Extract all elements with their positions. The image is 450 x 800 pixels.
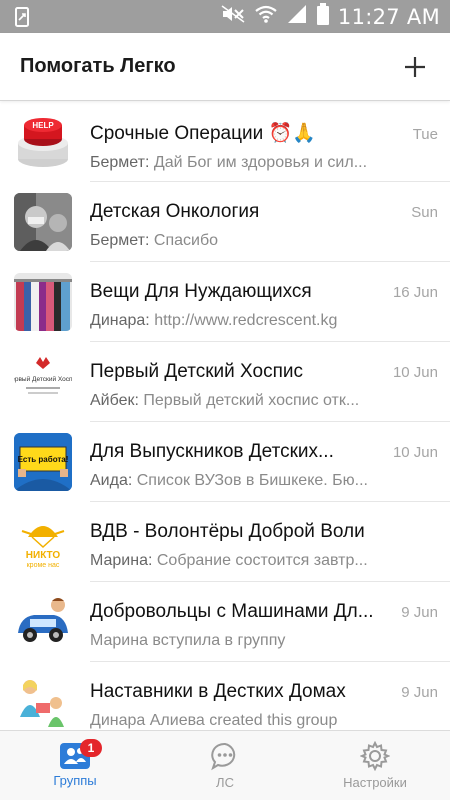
unread-badge: 1 <box>80 739 102 757</box>
group-name: Добровольцы с Машинами Дл... <box>90 601 374 622</box>
bottom-nav: 1 Группы ЛС Настройки <box>0 730 450 800</box>
tab-label: Настройки <box>343 775 407 790</box>
message-preview: Первый детский хоспис отк... <box>143 392 360 409</box>
message-sender: Бермет: <box>90 232 150 249</box>
message-sender: Динара: <box>90 312 150 329</box>
message-sender: Марина: <box>90 552 153 569</box>
gear-icon <box>360 741 390 771</box>
chat-bubble-icon <box>211 742 236 771</box>
message-preview: Собрание состоится завтр... <box>156 552 368 569</box>
group-row[interactable]: НИКТО кроме нас ВДВ - Волонтёры Доброй В… <box>0 502 450 582</box>
group-date: 9 Jun <box>401 684 438 701</box>
message-preview: Спасибо <box>153 232 219 249</box>
group-row[interactable]: HELP Срочные Операции ⏰🙏 Tue Бермет: Дай… <box>0 102 450 182</box>
vdv-logo-text2: кроме нас <box>27 562 60 569</box>
message-sender: Айбек: <box>90 392 139 409</box>
message-preview: http://www.redcrescent.kg <box>154 312 338 329</box>
group-date: 16 Jun <box>392 284 438 301</box>
message-sender: Бермет: <box>90 154 150 171</box>
message-sender: Аида: <box>90 472 133 489</box>
tab-direct-messages[interactable]: ЛС <box>150 731 300 800</box>
mute-icon <box>220 4 246 29</box>
message-preview: Динара Алиева created this group <box>90 712 338 729</box>
group-name: Наставники в Дестких Домах <box>90 681 346 702</box>
plus-icon <box>405 56 425 77</box>
vdv-logo-text1: НИКТО <box>26 550 61 561</box>
group-avatar-photo <box>14 193 72 251</box>
hospice-logo-text: Первый Детский Хоспис <box>14 375 72 383</box>
group-list: HELP Срочные Операции ⏰🙏 Tue Бермет: Дай… <box>0 102 450 730</box>
group-row[interactable]: Первый Детский Хоспис Первый Детский Хос… <box>0 342 450 422</box>
group-avatar-job-sign: Есть работа! <box>14 433 72 491</box>
group-avatar-car <box>14 593 72 651</box>
wifi-icon <box>254 4 278 29</box>
app-title: Помогать Легко <box>20 55 176 77</box>
group-name: Детская Онкология <box>90 201 260 222</box>
signal-icon <box>286 4 308 29</box>
group-row[interactable]: Вещи Для Нуждающихся 16 Jun Динара: http… <box>0 262 450 342</box>
tab-groups[interactable]: 1 Группы <box>0 731 150 800</box>
help-label: HELP <box>32 121 54 130</box>
group-avatar-vdv-logo: НИКТО кроме нас <box>14 513 72 571</box>
group-row[interactable]: Наставники в Дестких Домах 9 Jun Динара … <box>0 662 450 730</box>
group-avatar-clothes <box>14 273 72 331</box>
battery-icon <box>316 3 330 30</box>
group-avatar-hospice-logo: Первый Детский Хоспис <box>14 353 72 411</box>
group-date: Tue <box>412 126 438 143</box>
message-preview: Список ВУЗов в Бишкеке. Бю... <box>136 472 368 489</box>
group-name: Вещи Для Нуждающихся <box>90 281 312 302</box>
tab-label: ЛС <box>216 775 234 790</box>
app-bar: Помогать Легко <box>0 33 450 101</box>
group-date: Sun <box>411 204 438 221</box>
group-row[interactable]: Есть работа! Для Выпускников Детских... … <box>0 422 450 502</box>
group-avatar-mentors <box>14 673 72 730</box>
group-date: 9 Jun <box>401 604 438 621</box>
group-name: Срочные Операции ⏰🙏 <box>90 123 316 144</box>
group-date: 10 Jun <box>392 364 438 381</box>
message-preview: Марина вступила в группу <box>90 632 286 649</box>
tab-label: Группы <box>53 773 97 788</box>
message-preview: Дай Бог им здоровья и сил... <box>153 154 368 171</box>
add-group-button[interactable] <box>400 52 430 82</box>
group-name: Для Выпускников Детских... <box>90 441 334 462</box>
status-time: 11:27 AM <box>337 4 440 29</box>
group-date: 10 Jun <box>392 444 438 461</box>
group-row[interactable]: Детская Онкология Sun Бермет: Спасибо <box>0 182 450 262</box>
group-avatar-help-button: HELP <box>14 113 72 171</box>
group-row[interactable]: Добровольцы с Машинами Дл... 9 Jun Марин… <box>0 582 450 662</box>
notification-phone-icon <box>10 6 34 28</box>
group-name: ВДВ - Волонтёры Доброй Воли <box>90 521 365 542</box>
group-name: Первый Детский Хоспис <box>90 361 303 382</box>
status-bar: 11:27 AM <box>0 0 450 33</box>
job-sign-text: Есть работа! <box>18 455 69 464</box>
tab-settings[interactable]: Настройки <box>300 731 450 800</box>
